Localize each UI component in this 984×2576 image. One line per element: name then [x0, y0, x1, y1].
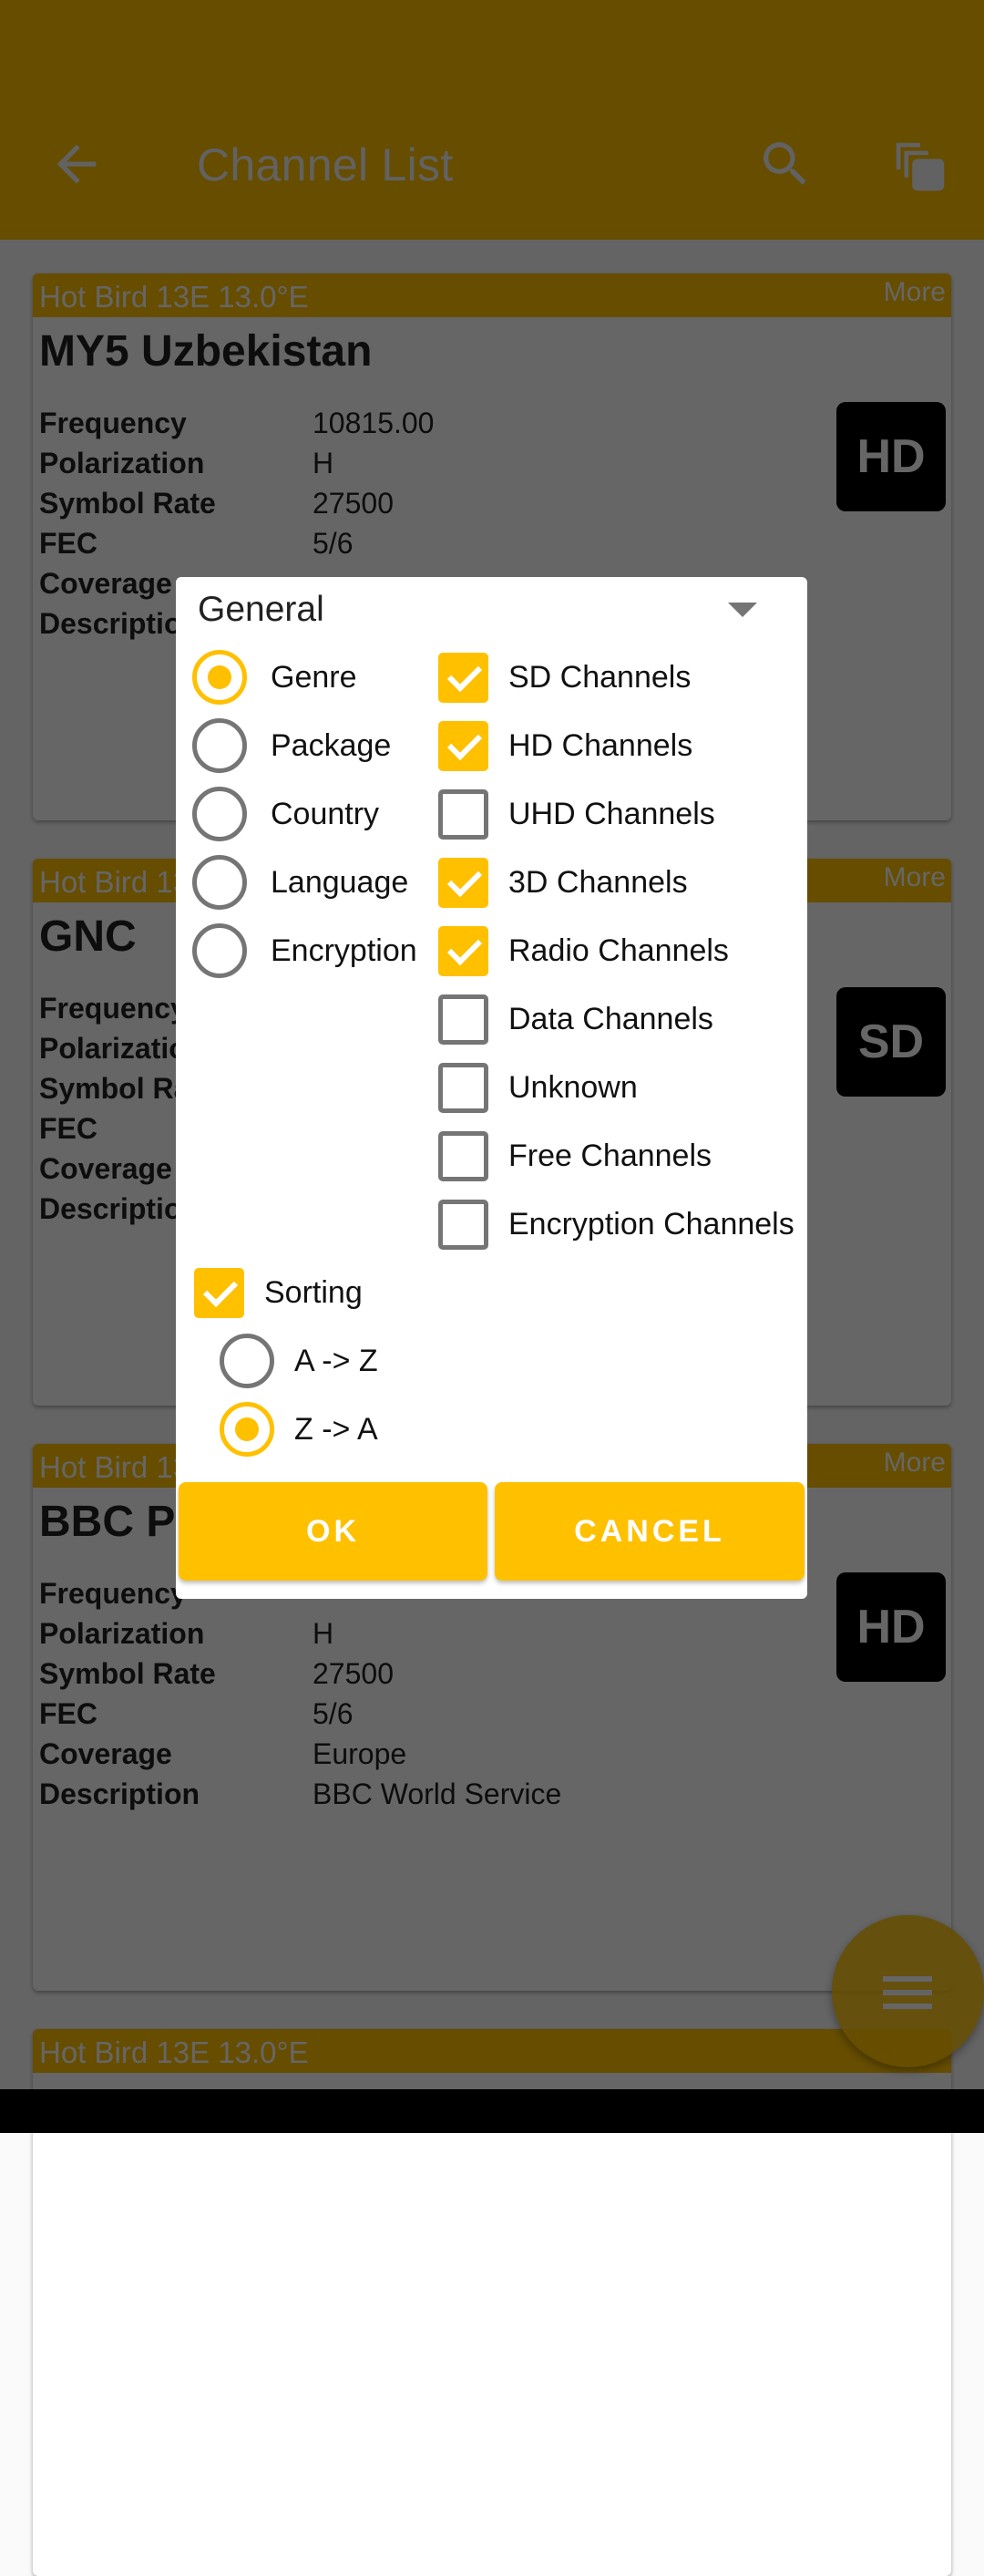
checkbox-encryption-channels[interactable]: Encryption Channels	[438, 1197, 794, 1252]
radio-button[interactable]	[192, 650, 247, 705]
radio-language[interactable]: Language	[192, 855, 408, 910]
radio-button[interactable]	[192, 787, 247, 841]
checkbox[interactable]	[438, 994, 488, 1045]
checkbox-label: HD Channels	[508, 727, 693, 763]
radio-label: Package	[271, 727, 392, 763]
checkbox[interactable]	[438, 857, 488, 908]
checkbox-sorting[interactable]: Sorting	[194, 1265, 363, 1320]
checkbox-label: Encryption Channels	[508, 1206, 794, 1242]
category-select[interactable]: General	[198, 590, 324, 630]
filter-dialog: General Genre Package Country Language E…	[176, 577, 807, 1599]
checkbox[interactable]	[438, 1130, 488, 1181]
checkbox[interactable]	[438, 652, 488, 703]
checkbox-label: Radio Channels	[508, 933, 729, 968]
radio-label: Z -> A	[294, 1411, 378, 1447]
checkbox[interactable]	[438, 925, 488, 976]
checkbox-uhd-channels[interactable]: UHD Channels	[438, 787, 715, 841]
radio-label: Country	[271, 796, 380, 831]
checkbox-free-channels[interactable]: Free Channels	[438, 1128, 712, 1183]
checkbox[interactable]	[438, 1199, 488, 1250]
ok-button[interactable]: OK	[179, 1482, 487, 1581]
radio-label: Genre	[271, 659, 357, 695]
radio-button[interactable]	[192, 923, 247, 978]
checkbox-label: 3D Channels	[508, 864, 688, 900]
checkbox-label: SD Channels	[508, 659, 692, 695]
checkbox-label: UHD Channels	[508, 796, 715, 831]
checkbox-label: Sorting	[264, 1274, 363, 1310]
checkbox[interactable]	[438, 1062, 488, 1113]
radio-label: Language	[271, 864, 409, 900]
radio-label: A -> Z	[294, 1343, 378, 1378]
radio-sort-z-a[interactable]: Z -> A	[220, 1402, 378, 1457]
checkbox-label: Free Channels	[508, 1138, 712, 1173]
checkbox-sd-channels[interactable]: SD Channels	[438, 650, 691, 705]
checkbox-unknown[interactable]: Unknown	[438, 1060, 638, 1115]
dropdown-arrow-icon[interactable]	[728, 603, 757, 617]
system-nav-bar	[0, 2089, 984, 2133]
checkbox-hd-channels[interactable]: HD Channels	[438, 718, 692, 773]
checkbox[interactable]	[194, 1267, 244, 1318]
radio-label: Encryption	[271, 933, 417, 968]
checkbox[interactable]	[438, 788, 488, 840]
radio-encryption[interactable]: Encryption	[192, 923, 417, 978]
radio-sort-a-z[interactable]: A -> Z	[220, 1334, 378, 1388]
cancel-button[interactable]: CANCEL	[495, 1482, 805, 1581]
checkbox[interactable]	[438, 720, 488, 771]
radio-button[interactable]	[192, 855, 247, 910]
checkbox-data-channels[interactable]: Data Channels	[438, 992, 713, 1046]
checkbox-label: Unknown	[508, 1069, 638, 1105]
radio-button[interactable]	[220, 1402, 274, 1457]
checkbox-3d-channels[interactable]: 3D Channels	[438, 855, 688, 910]
radio-button[interactable]	[192, 718, 247, 773]
checkbox-label: Data Channels	[508, 1001, 713, 1036]
radio-genre[interactable]: Genre	[192, 650, 357, 705]
checkbox-radio-channels[interactable]: Radio Channels	[438, 923, 729, 978]
radio-package[interactable]: Package	[192, 718, 391, 773]
radio-country[interactable]: Country	[192, 787, 379, 841]
radio-button[interactable]	[220, 1334, 274, 1388]
